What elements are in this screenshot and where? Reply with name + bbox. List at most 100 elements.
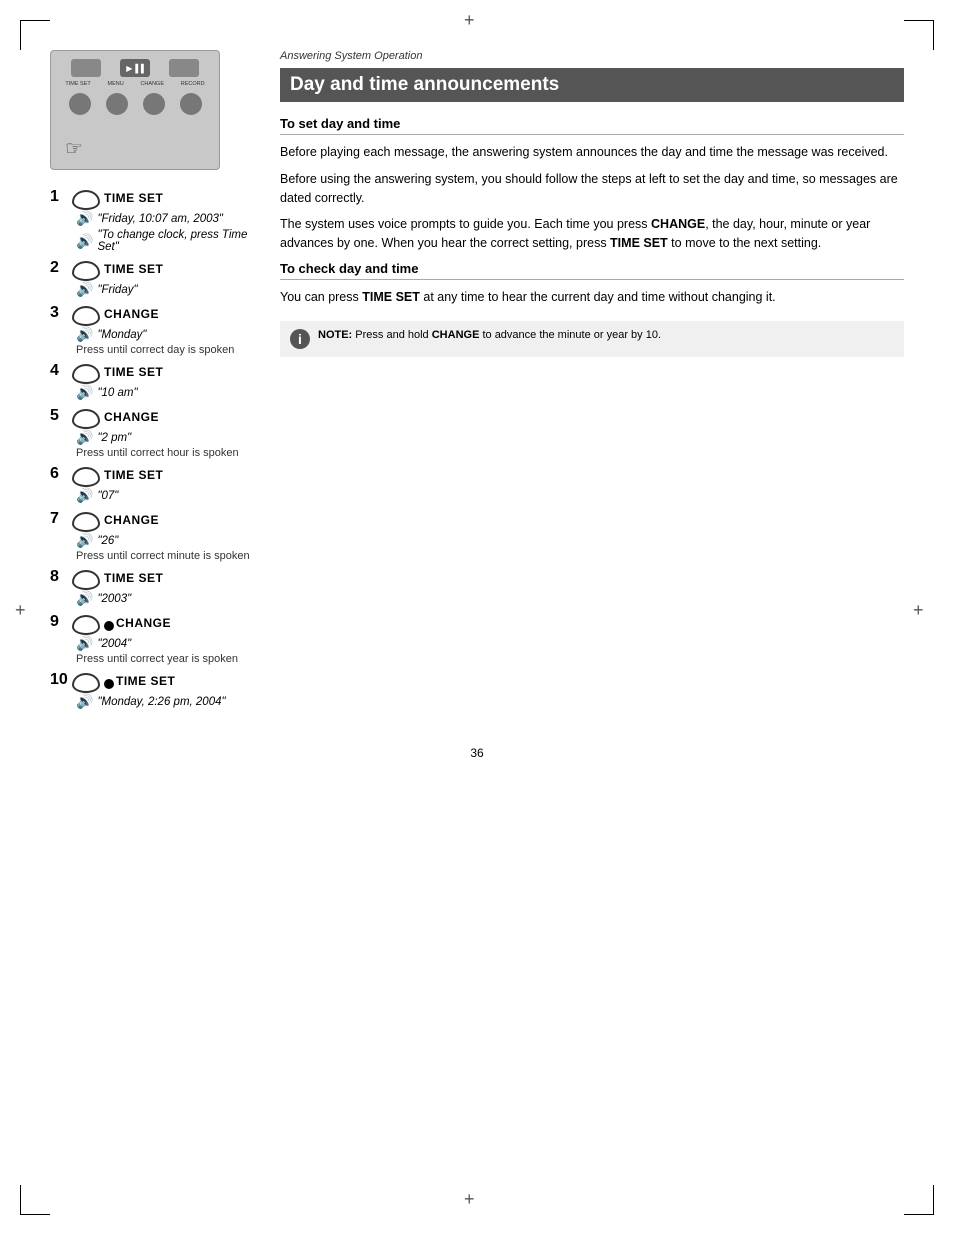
voice-text: "07" bbox=[97, 490, 118, 502]
step-voice: 🔊"2 pm" bbox=[76, 429, 250, 446]
step-9: 9CHANGE🔊"2004"Press until correct year i… bbox=[50, 613, 250, 665]
step-note: Press until correct minute is spoken bbox=[76, 550, 250, 562]
step-number: 6 bbox=[50, 465, 72, 483]
voice-text: "2003" bbox=[97, 593, 131, 605]
left-column: ▶▐▐ TIME SET MENU CHANGE RECORD bbox=[50, 50, 250, 716]
step-content: CHANGE 🔊 "2004" Press until correct year is… bbox=[72, 613, 250, 665]
button-icon bbox=[72, 190, 100, 210]
main-content: ▶▐▐ TIME SET MENU CHANGE RECORD bbox=[50, 50, 904, 716]
step-voice: 🔊"2003" bbox=[76, 590, 250, 607]
button-icon bbox=[72, 409, 100, 429]
step-4: 4TIME SET🔊"10 am" bbox=[50, 362, 250, 401]
body-text-2: Before using the answering system, you s… bbox=[280, 170, 904, 208]
corner-mark-br bbox=[904, 1185, 934, 1215]
button-icon bbox=[72, 673, 100, 693]
speaker-icon: 🔊 bbox=[76, 693, 93, 710]
step-label: TIME SET bbox=[104, 571, 163, 585]
label-record: RECORD bbox=[181, 81, 205, 87]
step-content: TIME SET 🔊 "Monday, 2:26 pm, 2004" bbox=[72, 671, 250, 710]
speaker-icon: 🔊 bbox=[76, 487, 93, 504]
voice-text: "Monday, 2:26 pm, 2004" bbox=[97, 696, 225, 708]
step-content: TIME SET 🔊 "10 am" bbox=[72, 362, 250, 401]
step-number: 10 bbox=[50, 671, 72, 689]
info-icon: i bbox=[290, 329, 310, 349]
note-content: NOTE: Press and hold CHANGE to advance t… bbox=[318, 329, 661, 341]
step-1: 1TIME SET🔊"Friday, 10:07 am, 2003"🔊"To c… bbox=[50, 188, 250, 253]
skip-btn bbox=[169, 59, 199, 77]
speaker-icon: 🔊 bbox=[76, 635, 93, 652]
speaker-icon: 🔊 bbox=[76, 384, 93, 401]
step-label: TIME SET bbox=[104, 191, 163, 205]
step-number: 5 bbox=[50, 407, 72, 425]
voice-text: "Monday" bbox=[97, 329, 146, 341]
corner-mark-bl bbox=[20, 1185, 50, 1215]
speaker-icon: 🔊 bbox=[76, 326, 93, 343]
step-number: 1 bbox=[50, 188, 72, 206]
step-bullet bbox=[104, 621, 114, 631]
step-number: 2 bbox=[50, 259, 72, 277]
step-content: CHANGE🔊"2 pm"Press until correct hour is… bbox=[72, 407, 250, 459]
body-text-3: The system uses voice prompts to guide y… bbox=[280, 215, 904, 253]
speaker-icon: 🔊 bbox=[76, 532, 93, 549]
button-icon bbox=[72, 512, 100, 532]
step-action-line: TIME SET bbox=[72, 671, 250, 691]
label-time-set: TIME SET bbox=[65, 81, 90, 87]
note-label: NOTE: bbox=[318, 329, 355, 341]
voice-text: "10 am" bbox=[97, 387, 137, 399]
step-voice: 🔊"Friday, 10:07 am, 2003" bbox=[76, 210, 250, 227]
step-label: TIME SET bbox=[116, 674, 175, 688]
button-icon bbox=[72, 570, 100, 590]
note-box: i NOTE: Press and hold CHANGE to advance… bbox=[280, 321, 904, 357]
voice-text: "2004" bbox=[97, 638, 131, 650]
voice-text: "Friday" bbox=[97, 284, 137, 296]
circle-btn-2 bbox=[106, 93, 128, 115]
voice-text: "26" bbox=[97, 535, 118, 547]
step-voice: 🔊 "Monday" bbox=[76, 326, 250, 343]
speaker-icon: 🔊 bbox=[76, 429, 93, 446]
breadcrumb: Answering System Operation bbox=[280, 50, 904, 62]
step-number: 3 bbox=[50, 304, 72, 322]
speaker-icon: 🔊 bbox=[76, 233, 93, 250]
set-day-time-heading: To set day and time bbox=[280, 116, 904, 135]
step-voice: 🔊 "26" bbox=[76, 532, 250, 549]
step-number: 8 bbox=[50, 568, 72, 586]
step-voice: 🔊 "Monday, 2:26 pm, 2004" bbox=[76, 693, 250, 710]
step-5: 5CHANGE🔊"2 pm"Press until correct hour i… bbox=[50, 407, 250, 459]
btn-group bbox=[69, 93, 91, 117]
step-label: TIME SET bbox=[104, 468, 163, 482]
hand-icon: ☞ bbox=[65, 136, 83, 161]
step-6: 6 TIME SET 🔊 "07" bbox=[50, 465, 250, 504]
btn-group-4 bbox=[180, 93, 202, 117]
label-menu: MENU bbox=[108, 81, 124, 87]
step-number: 7 bbox=[50, 510, 72, 528]
step-action-line: TIME SET bbox=[72, 568, 250, 588]
step-bullet bbox=[104, 679, 114, 689]
page: ▶▐▐ TIME SET MENU CHANGE RECORD bbox=[0, 0, 954, 1235]
btn-group-2 bbox=[106, 93, 128, 117]
step-action-line: TIME SET bbox=[72, 362, 250, 382]
button-icon bbox=[72, 364, 100, 384]
step-action-line: CHANGE bbox=[72, 613, 250, 633]
step-voice: 🔊 "10 am" bbox=[76, 384, 250, 401]
step-note: Press until correct day is spoken bbox=[76, 344, 250, 356]
step-label: TIME SET bbox=[104, 262, 163, 276]
speaker-icon: 🔊 bbox=[76, 210, 93, 227]
step-action-line: CHANGE bbox=[72, 510, 250, 530]
corner-mark-tl bbox=[20, 20, 50, 50]
repeat-btn bbox=[71, 59, 101, 77]
play-btn: ▶▐▐ bbox=[120, 59, 150, 77]
circle-btn-4 bbox=[180, 93, 202, 115]
device-top-buttons: ▶▐▐ bbox=[51, 51, 219, 81]
step-content: TIME SET 🔊 "07" bbox=[72, 465, 250, 504]
step-content: TIME SET🔊"Friday, 10:07 am, 2003"🔊"To ch… bbox=[72, 188, 250, 253]
crosshair-right bbox=[918, 610, 934, 626]
body-text-1: Before playing each message, the answeri… bbox=[280, 143, 904, 162]
step-8: 8 TIME SET 🔊"2003" bbox=[50, 568, 250, 607]
step-label: CHANGE bbox=[104, 307, 159, 321]
step-voice: 🔊 "2004" bbox=[76, 635, 250, 652]
step-content: TIME SET 🔊"2003" bbox=[72, 568, 250, 607]
step-10: 10 TIME SET 🔊 "Monday, 2:26 pm, 2004" bbox=[50, 671, 250, 710]
step-note: Press until correct year is spoken bbox=[76, 653, 250, 665]
step-3: 3 CHANGE 🔊 "Monday" Press until correct day … bbox=[50, 304, 250, 356]
step-voice: 🔊"Friday" bbox=[76, 281, 250, 298]
